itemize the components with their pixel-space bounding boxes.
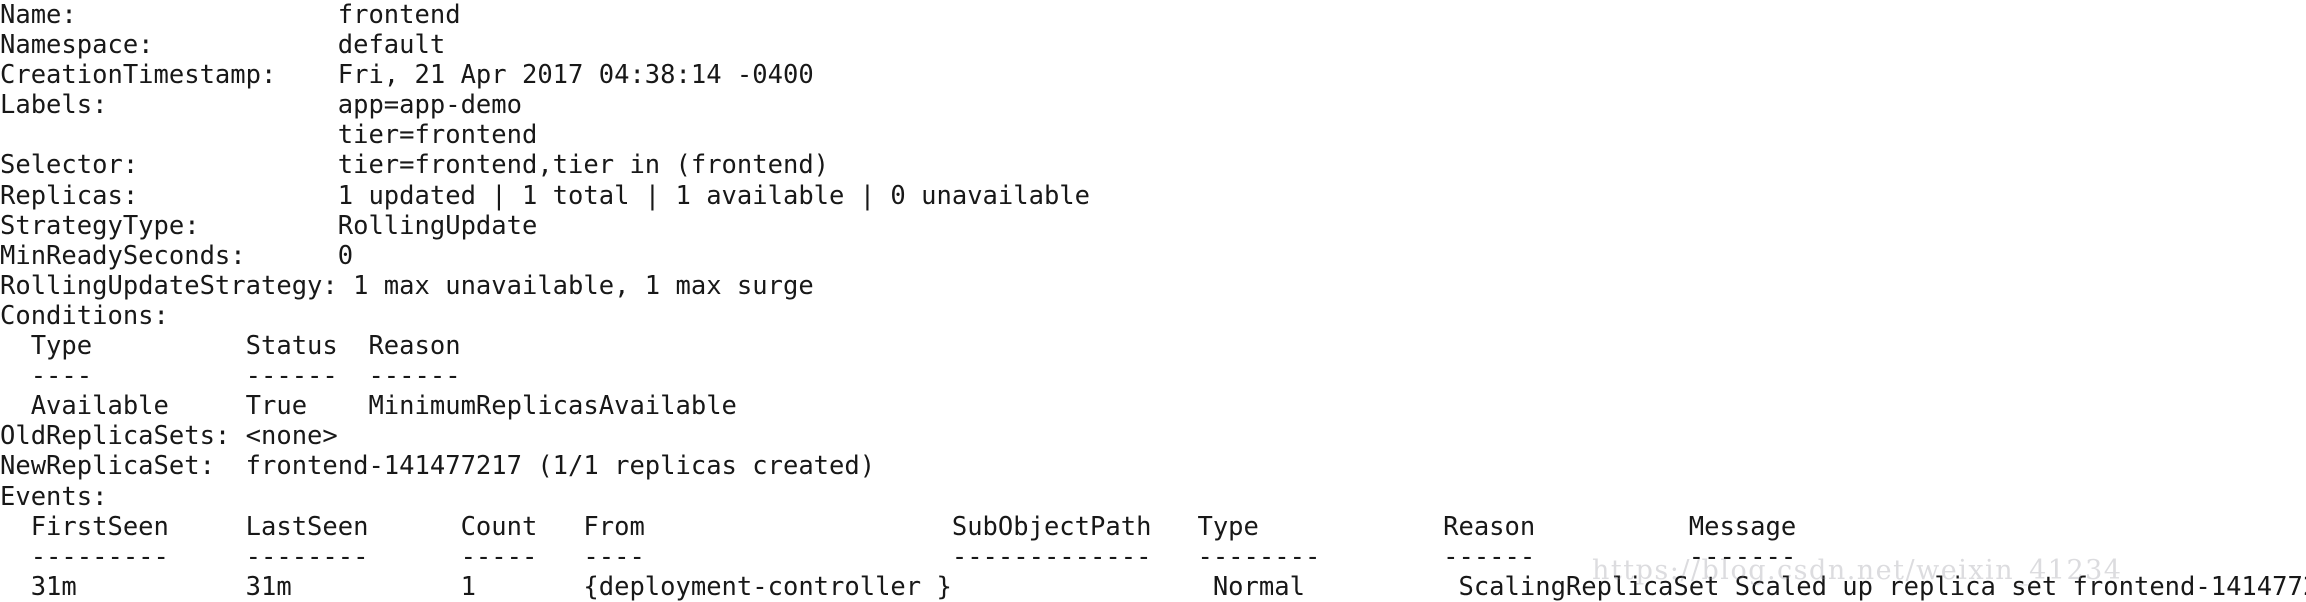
field-line: RollingUpdateStrategy: 1 max unavailable… — [0, 270, 814, 301]
field-line: MinReadySeconds: 0 — [0, 240, 354, 271]
events-row: 31m 31m 1 {deployment-controller } Norma… — [0, 571, 2306, 602]
field-line: Replicas: 1 updated | 1 total | 1 availa… — [0, 180, 1091, 211]
conditions-row: Available True MinimumReplicasAvailable — [0, 391, 737, 422]
field-line: StrategyType: RollingUpdate — [0, 210, 538, 241]
conditions-rule-row: ---- ------ ------ — [0, 361, 461, 392]
field-line: CreationTimestamp: Fri, 21 Apr 2017 04:3… — [0, 60, 814, 91]
field-line: Namespace: default — [0, 30, 446, 61]
field-line: Labels: app=app-demo — [0, 90, 522, 121]
field-line: Name: frontend — [0, 0, 461, 30]
field-line: Selector: tier=frontend,tier in (fronten… — [0, 150, 830, 181]
events-rule-row: --------- -------- ----- ---- ----------… — [0, 541, 1797, 572]
field-line: OldReplicaSets: <none> — [0, 421, 338, 452]
events-header-row: FirstSeen LastSeen Count From SubObjectP… — [0, 511, 1797, 542]
conditions-label: Conditions: — [0, 300, 169, 331]
events-label: Events: — [0, 481, 108, 512]
terminal-output[interactable]: Name: frontend Namespace: default Creation… — [0, 0, 2306, 602]
field-line: NewReplicaSet: frontend-141477217 (1/1 r… — [0, 451, 876, 482]
conditions-header-row: Type Status Reason — [0, 331, 461, 362]
field-continuation-line: tier=frontend — [0, 120, 538, 151]
